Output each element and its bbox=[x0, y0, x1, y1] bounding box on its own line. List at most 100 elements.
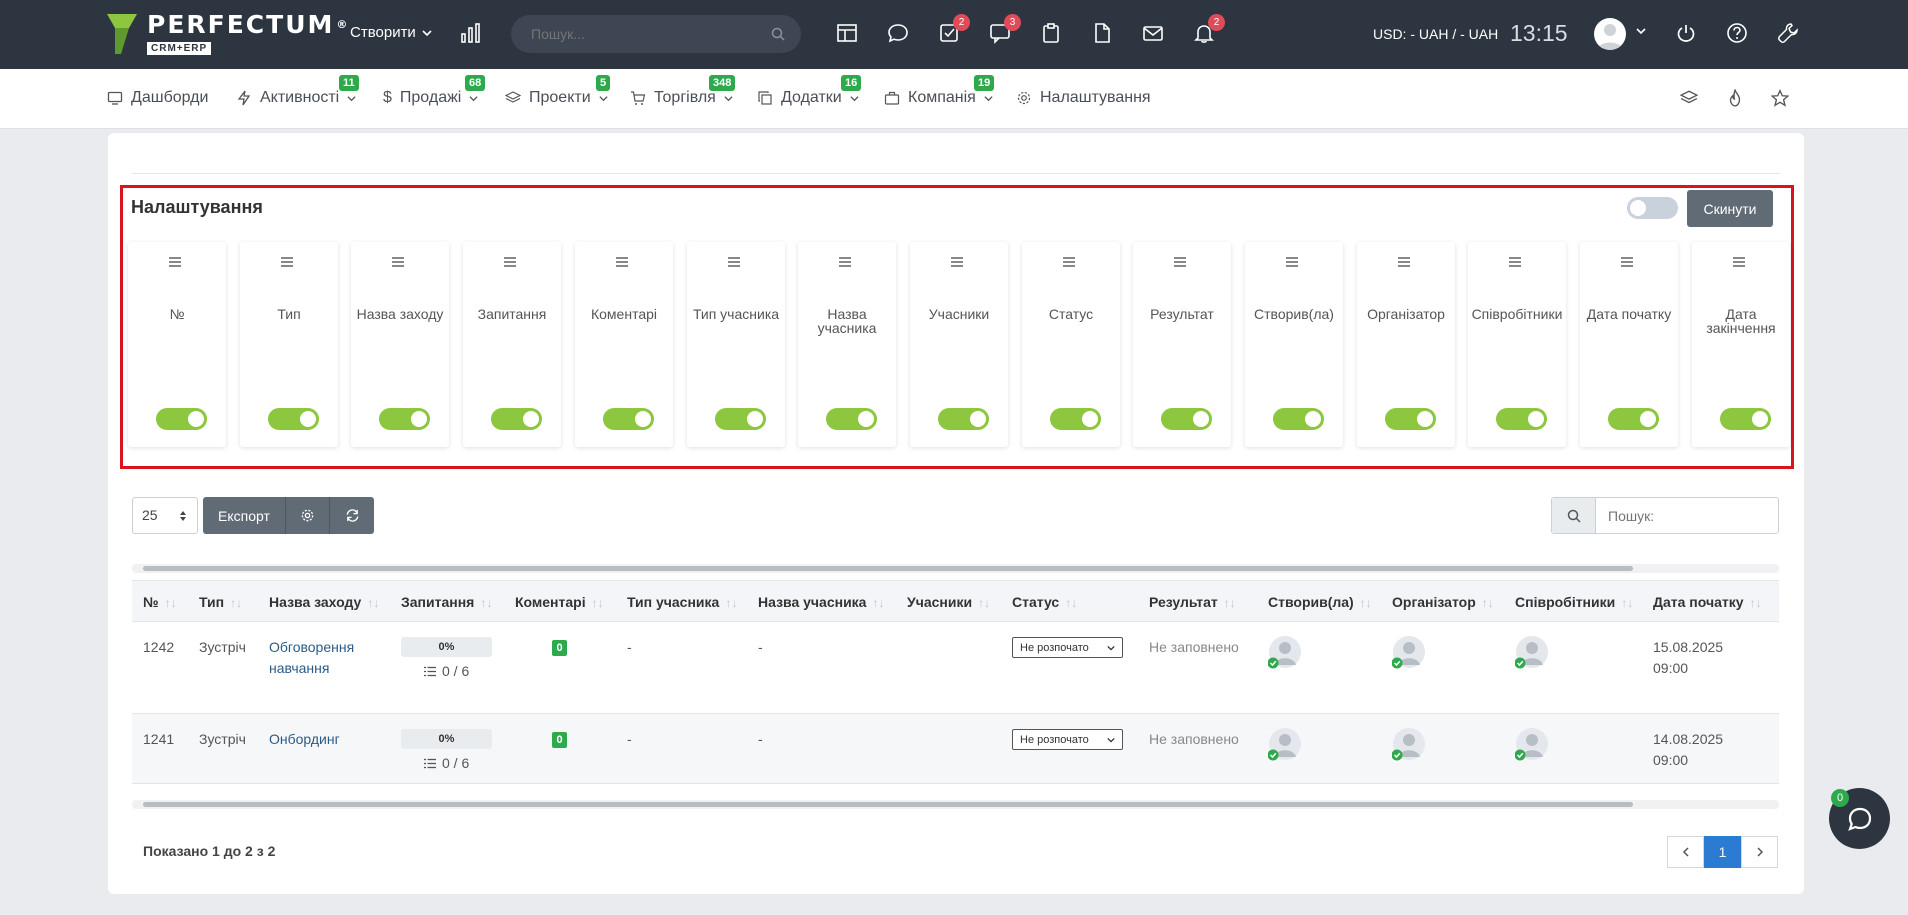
column-setting-card[interactable]: Організатор bbox=[1357, 242, 1455, 447]
column-visibility-toggle[interactable] bbox=[379, 408, 430, 430]
drag-handle-icon[interactable] bbox=[168, 256, 182, 268]
drag-handle-icon[interactable] bbox=[1397, 256, 1411, 268]
column-header[interactable]: Організатор ↑↓ bbox=[1392, 594, 1494, 610]
nav-company[interactable]: Компанія 19 bbox=[884, 75, 995, 107]
column-header[interactable]: Тип учасника ↑↓ bbox=[627, 594, 737, 610]
column-header[interactable]: Учасники ↑↓ bbox=[907, 594, 990, 610]
employee-avatar[interactable] bbox=[1514, 727, 1549, 761]
clipboard-icon[interactable] bbox=[1040, 22, 1064, 46]
column-settings-button[interactable] bbox=[286, 497, 330, 534]
column-setting-card[interactable]: Дата початку bbox=[1580, 242, 1678, 447]
nav-settings[interactable]: Налаштування bbox=[1016, 89, 1151, 107]
column-header[interactable]: Співробітники ↑↓ bbox=[1515, 594, 1633, 610]
column-header[interactable]: Результат ↑↓ bbox=[1149, 594, 1236, 610]
column-header[interactable]: № ↑↓ bbox=[143, 594, 177, 610]
event-link[interactable]: Обговорення навчання bbox=[269, 639, 354, 676]
column-setting-card[interactable]: № bbox=[128, 242, 226, 447]
document-icon[interactable] bbox=[1091, 22, 1115, 46]
bell-icon[interactable]: 2 bbox=[1193, 14, 1225, 46]
column-visibility-toggle[interactable] bbox=[603, 408, 654, 430]
tasks-icon[interactable]: 2 bbox=[938, 14, 970, 46]
column-setting-card[interactable]: Співробітники bbox=[1468, 242, 1566, 447]
layers-icon[interactable] bbox=[1679, 89, 1699, 110]
nav-dashboards[interactable]: Дашборди bbox=[107, 89, 208, 107]
table-row[interactable]: 1241 Зустріч Онбординг 0% 0 / 6 0 - - Не… bbox=[132, 714, 1779, 784]
column-setting-card[interactable]: Коментарі bbox=[575, 242, 673, 447]
column-setting-card[interactable]: Результат bbox=[1133, 242, 1231, 447]
prev-page-button[interactable] bbox=[1667, 836, 1704, 868]
create-menu-button[interactable]: Створити bbox=[350, 24, 432, 41]
drag-handle-icon[interactable] bbox=[727, 256, 741, 268]
creator-avatar[interactable] bbox=[1267, 635, 1302, 669]
page-button[interactable]: 1 bbox=[1704, 836, 1741, 868]
column-setting-card[interactable]: Тип bbox=[240, 242, 338, 447]
nav-activities[interactable]: Активності 11 bbox=[236, 75, 359, 107]
chat-icon[interactable]: 3 bbox=[989, 14, 1021, 46]
column-setting-card[interactable]: Запитання bbox=[463, 242, 561, 447]
column-header[interactable]: Створив(ла) ↑↓ bbox=[1268, 594, 1372, 610]
column-setting-card[interactable]: Статус bbox=[1022, 242, 1120, 447]
column-visibility-toggle[interactable] bbox=[826, 408, 877, 430]
column-visibility-toggle[interactable] bbox=[156, 408, 207, 430]
search-icon[interactable] bbox=[1552, 498, 1596, 533]
drag-handle-icon[interactable] bbox=[838, 256, 852, 268]
drag-handle-icon[interactable] bbox=[1620, 256, 1634, 268]
drag-handle-icon[interactable] bbox=[1173, 256, 1187, 268]
logo[interactable]: PERFECTUM ® CRM+ERP bbox=[107, 12, 349, 56]
chevron-down-icon[interactable] bbox=[1636, 26, 1646, 36]
next-page-button[interactable] bbox=[1741, 836, 1778, 868]
column-header[interactable]: Тип ↑↓ bbox=[199, 594, 242, 610]
column-setting-card[interactable]: Назва учасника bbox=[798, 242, 896, 447]
user-avatar[interactable] bbox=[1594, 18, 1626, 50]
column-visibility-toggle[interactable] bbox=[1273, 408, 1324, 430]
horizontal-scrollbar-bottom[interactable] bbox=[132, 800, 1779, 809]
status-select[interactable]: Не розпочато bbox=[1012, 729, 1123, 750]
comments-badge[interactable]: 0 bbox=[552, 732, 567, 748]
layout-icon[interactable] bbox=[836, 22, 860, 46]
drag-handle-icon[interactable] bbox=[615, 256, 629, 268]
nav-projects[interactable]: Проекти 5 bbox=[505, 75, 611, 107]
column-visibility-toggle[interactable] bbox=[1050, 408, 1101, 430]
column-setting-card[interactable]: Учасники bbox=[910, 242, 1008, 447]
drag-handle-icon[interactable] bbox=[1062, 256, 1076, 268]
column-header[interactable]: Статус ↑↓ bbox=[1012, 594, 1077, 610]
global-search[interactable] bbox=[511, 15, 801, 53]
column-visibility-toggle[interactable] bbox=[1608, 408, 1659, 430]
column-header[interactable]: Назва учасника ↑↓ bbox=[758, 594, 884, 610]
column-visibility-toggle[interactable] bbox=[715, 408, 766, 430]
column-visibility-toggle[interactable] bbox=[1385, 408, 1436, 430]
drag-handle-icon[interactable] bbox=[391, 256, 405, 268]
drag-handle-icon[interactable] bbox=[503, 256, 517, 268]
column-visibility-toggle[interactable] bbox=[938, 408, 989, 430]
nav-addons[interactable]: Додатки 16 bbox=[757, 75, 862, 107]
organizer-avatar[interactable] bbox=[1391, 727, 1426, 761]
column-header[interactable]: Назва заходу ↑↓ bbox=[269, 594, 379, 610]
drag-handle-icon[interactable] bbox=[1732, 256, 1746, 268]
drag-handle-icon[interactable] bbox=[950, 256, 964, 268]
column-setting-card[interactable]: Дата закінчення bbox=[1692, 242, 1790, 447]
status-select[interactable]: Не розпочато bbox=[1012, 637, 1123, 658]
employee-avatar[interactable] bbox=[1514, 635, 1549, 669]
chat-widget-button[interactable]: 0 bbox=[1829, 788, 1890, 849]
column-header[interactable]: Дата початку ↑↓ bbox=[1653, 594, 1762, 610]
drag-handle-icon[interactable] bbox=[1508, 256, 1522, 268]
drag-handle-icon[interactable] bbox=[1285, 256, 1299, 268]
creator-avatar[interactable] bbox=[1267, 727, 1302, 761]
column-setting-card[interactable]: Назва заходу bbox=[351, 242, 449, 447]
global-search-input[interactable] bbox=[531, 26, 761, 42]
column-header[interactable]: Коментарі ↑↓ bbox=[515, 594, 604, 610]
wrench-icon[interactable] bbox=[1777, 22, 1801, 46]
table-search-input[interactable] bbox=[1596, 498, 1776, 533]
comments-badge[interactable]: 0 bbox=[552, 640, 567, 656]
nav-sales[interactable]: $ Продажі 68 bbox=[383, 75, 486, 107]
scrollbar-thumb[interactable] bbox=[143, 802, 1633, 807]
power-icon[interactable] bbox=[1675, 22, 1699, 46]
fire-icon[interactable] bbox=[1726, 87, 1744, 110]
column-visibility-toggle[interactable] bbox=[1496, 408, 1547, 430]
nav-trade[interactable]: Торгівля 348 bbox=[630, 75, 736, 107]
page-size-select[interactable]: 25 bbox=[132, 497, 198, 534]
star-icon[interactable] bbox=[1770, 89, 1790, 110]
table-row[interactable]: 1242 Зустріч Обговорення навчання 0% 0 / … bbox=[132, 622, 1779, 714]
column-visibility-toggle[interactable] bbox=[1161, 408, 1212, 430]
organizer-avatar[interactable] bbox=[1391, 635, 1426, 669]
